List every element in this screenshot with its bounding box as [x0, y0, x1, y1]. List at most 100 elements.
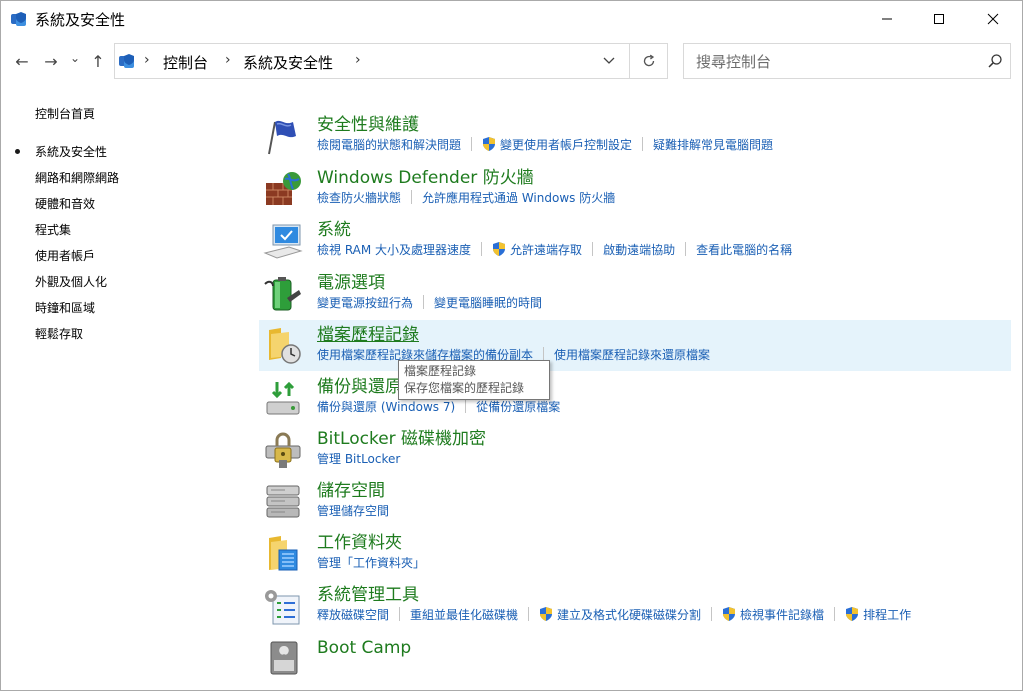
- link-remote-assistance[interactable]: 啟動遠端協助: [603, 241, 675, 258]
- sidebar-item-user-accounts[interactable]: 使用者帳戶: [35, 247, 95, 264]
- link-label: 備份與還原 (Windows 7): [317, 399, 456, 414]
- flag-icon: [268, 120, 296, 155]
- link-check-status[interactable]: 檢閱電腦的狀態和解決問題: [317, 136, 461, 153]
- bitlocker-icon: [265, 432, 301, 468]
- link-create-partitions[interactable]: 建立及格式化硬碟磁碟分割: [539, 606, 701, 623]
- link-backup-restore[interactable]: 備份與還原 (Windows 7): [317, 398, 455, 415]
- category-links: 管理儲存空間: [317, 501, 389, 519]
- category-title[interactable]: BitLocker 磁碟機加密: [317, 424, 486, 449]
- link-label: 管理 BitLocker: [317, 451, 401, 466]
- refresh-button[interactable]: [639, 52, 659, 70]
- link-manage-storage[interactable]: 管理儲存空間: [317, 502, 389, 519]
- maximize-icon: [934, 14, 944, 24]
- category-title[interactable]: 電源選項: [317, 268, 385, 293]
- address-dropdown-button[interactable]: [601, 54, 617, 68]
- breadcrumb-separator[interactable]: ›: [355, 52, 361, 68]
- link-troubleshoot[interactable]: 疑難排解常見電腦問題: [653, 136, 773, 153]
- search-input[interactable]: 搜尋控制台: [696, 51, 771, 72]
- search-icon[interactable]: [987, 53, 1003, 69]
- link-manage-work-folders[interactable]: 管理「工作資料夾」: [317, 554, 425, 571]
- search-box[interactable]: 搜尋控制台: [683, 43, 1011, 79]
- category-title[interactable]: 系統: [317, 215, 351, 240]
- link-restore-files[interactable]: 使用檔案歷程記錄來還原檔案: [554, 346, 710, 363]
- minimize-icon: [882, 18, 892, 20]
- category-title[interactable]: 工作資料夾: [317, 528, 402, 553]
- breadcrumb-system-security[interactable]: 系統及安全性: [243, 52, 333, 73]
- computer-icon: [263, 224, 303, 259]
- refresh-icon: [643, 54, 655, 67]
- close-icon: [987, 13, 999, 25]
- storage-icon: [266, 485, 300, 518]
- sidebar-item-system-security: 系統及安全性: [35, 145, 108, 159]
- title-bar: 系統及安全性: [1, 1, 1022, 37]
- chevron-down-icon: [603, 57, 615, 64]
- category-title[interactable]: 檔案歷程記錄: [317, 320, 419, 345]
- link-free-disk-space[interactable]: 釋放磁碟空間: [317, 606, 389, 623]
- current-page-bullet: [15, 149, 20, 154]
- address-bar[interactable]: › 控制台 › 系統及安全性 ›: [114, 43, 668, 79]
- link-label: 變更電腦睡眠的時間: [434, 295, 543, 310]
- link-label: 檢視 RAM 大小及處理器速度: [317, 242, 472, 257]
- breadcrumb-separator[interactable]: ›: [225, 52, 231, 68]
- sidebar-item-hardware[interactable]: 硬體和音效: [35, 195, 95, 212]
- link-event-logs[interactable]: 檢視事件記錄檔: [722, 606, 824, 623]
- link-schedule-tasks[interactable]: 排程工作: [845, 606, 911, 623]
- category-title[interactable]: 儲存空間: [317, 476, 385, 501]
- category-security-maintenance: 安全性與維護 檢閱電腦的狀態和解決問題 變更使用者帳戶控制設定 疑難排解常見電腦…: [259, 110, 1011, 161]
- maximize-button[interactable]: [916, 1, 962, 37]
- category-links: 檢視 RAM 大小及處理器速度 允許遠端存取 啟動遠端協助 查看此電腦的名稱: [317, 240, 792, 258]
- category-admin-tools: 系統管理工具 釋放磁碟空間 重組並最佳化磁碟機 建立及格式化硬碟磁碟分割 檢視事…: [259, 580, 1011, 631]
- sidebar-item-clock-region[interactable]: 時鐘和區域: [35, 299, 95, 316]
- breadcrumb-separator[interactable]: ›: [144, 52, 150, 68]
- category-title[interactable]: Boot Camp: [317, 638, 411, 658]
- category-title[interactable]: Windows Defender 防火牆: [317, 163, 534, 188]
- forward-arrow-icon: →: [44, 51, 58, 71]
- link-label: 疑難排解常見電腦問題: [653, 137, 774, 152]
- category-title[interactable]: 安全性與維護: [317, 110, 419, 135]
- category-system: 系統 檢視 RAM 大小及處理器速度 允許遠端存取 啟動遠端協助 查看此電腦的名…: [259, 215, 1011, 266]
- sidebar-item-ease-of-access[interactable]: 輕鬆存取: [35, 325, 83, 342]
- link-label: 檢查防火牆狀態: [317, 190, 402, 205]
- forward-button[interactable]: →: [41, 51, 61, 71]
- link-check-firewall[interactable]: 檢查防火牆狀態: [317, 189, 401, 206]
- link-restore-from-backup[interactable]: 從備份還原檔案: [476, 398, 560, 415]
- link-computer-name[interactable]: 查看此電腦的名稱: [696, 241, 792, 258]
- work-folders-icon: [269, 536, 298, 571]
- link-separator: [685, 242, 687, 256]
- sidebar-item-home[interactable]: 控制台首頁: [35, 105, 95, 122]
- category-links: 管理 BitLocker: [317, 449, 400, 467]
- file-history-icon: [269, 328, 301, 364]
- link-separator: [528, 607, 530, 621]
- link-separator: [711, 607, 713, 621]
- sidebar-item-network[interactable]: 網路和網際網路: [35, 169, 119, 186]
- category-file-history: 檔案歷程記錄 使用檔案歷程記錄來儲存檔案的備份副本 使用檔案歷程記錄來還原檔案: [259, 320, 1011, 371]
- link-view-ram[interactable]: 檢視 RAM 大小及處理器速度: [317, 241, 471, 258]
- link-sleep-time[interactable]: 變更電腦睡眠的時間: [434, 294, 542, 311]
- recent-locations-button[interactable]: ⌄: [65, 48, 85, 68]
- window-title: 系統及安全性: [35, 11, 126, 29]
- link-remote-access[interactable]: 允許遠端存取: [492, 241, 582, 258]
- category-title[interactable]: 系統管理工具: [317, 580, 419, 605]
- link-manage-bitlocker[interactable]: 管理 BitLocker: [317, 450, 400, 467]
- link-label: 啟動遠端協助: [603, 242, 676, 257]
- back-button[interactable]: ←: [12, 51, 32, 71]
- category-storage-spaces: 儲存空間 管理儲存空間: [259, 476, 1011, 527]
- link-power-buttons[interactable]: 變更電源按鈕行為: [317, 294, 413, 311]
- uac-shield-icon: [540, 607, 553, 621]
- link-change-uac[interactable]: 變更使用者帳戶控制設定: [482, 136, 632, 153]
- sidebar-item-programs[interactable]: 程式集: [35, 221, 71, 238]
- link-allow-app[interactable]: 允許應用程式通過 Windows 防火牆: [422, 189, 615, 206]
- uac-shield-icon: [493, 242, 506, 256]
- link-defragment[interactable]: 重組並最佳化磁碟機: [410, 606, 518, 623]
- link-separator: [465, 399, 467, 413]
- breadcrumb-control-panel[interactable]: 控制台: [163, 52, 208, 73]
- sidebar-item-appearance[interactable]: 外觀及個人化: [35, 273, 107, 290]
- category-links: 檢查防火牆狀態 允許應用程式通過 Windows 防火牆: [317, 188, 615, 206]
- link-separator: [423, 295, 425, 309]
- up-button[interactable]: ↑: [88, 51, 108, 71]
- link-label: 使用檔案歷程記錄來還原檔案: [554, 347, 711, 362]
- category-work-folders: 工作資料夾 管理「工作資料夾」: [259, 528, 1011, 579]
- close-button[interactable]: [970, 1, 1016, 37]
- minimize-button[interactable]: [864, 1, 910, 37]
- link-label: 重組並最佳化磁碟機: [410, 607, 519, 622]
